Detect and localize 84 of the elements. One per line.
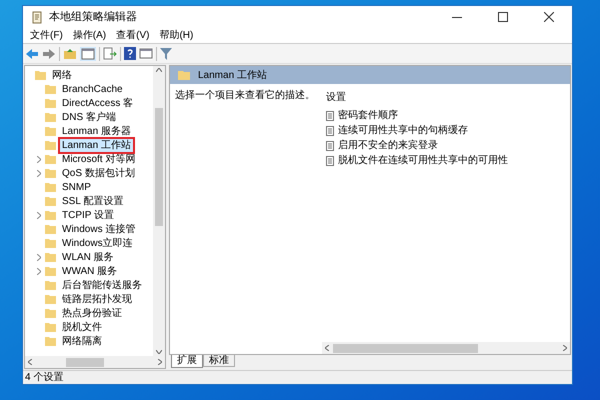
policy-icon bbox=[326, 156, 334, 166]
setting-item[interactable]: 连续可用性共享中的句柄缓存 bbox=[338, 123, 468, 138]
tree-item[interactable]: 网络隔离 bbox=[60, 334, 104, 348]
scroll-right-icon[interactable] bbox=[563, 345, 567, 351]
tree-item[interactable]: TCPIP 设置 bbox=[60, 208, 116, 222]
folder-icon bbox=[45, 266, 56, 276]
tab[interactable]: 扩展 bbox=[171, 355, 203, 368]
folder-icon bbox=[35, 70, 46, 80]
scroll-right-icon[interactable] bbox=[158, 359, 162, 365]
scroll-down-icon[interactable] bbox=[156, 350, 162, 354]
menu-item[interactable]: 帮助(H) bbox=[154, 28, 198, 43]
column-header: 设置 bbox=[326, 90, 347, 105]
help-book-icon[interactable] bbox=[124, 47, 136, 60]
tree-item[interactable]: SSL 配置设置 bbox=[60, 194, 126, 208]
policy-icon bbox=[326, 140, 334, 150]
folder-icon bbox=[45, 196, 56, 206]
folder-icon bbox=[45, 182, 56, 192]
tree-item[interactable]: 后台智能传送服务 bbox=[60, 278, 144, 292]
setting-item[interactable]: 启用不安全的来宾登录 bbox=[338, 138, 438, 153]
folder-icon bbox=[45, 140, 56, 150]
folder-icon bbox=[45, 98, 56, 108]
folder-icon bbox=[45, 238, 56, 248]
status-text: 4 个设置 bbox=[24, 370, 64, 385]
description-text: 选择一个项目来查看它的描述。 bbox=[175, 90, 315, 101]
close-icon bbox=[544, 12, 554, 22]
policy-icon bbox=[326, 110, 334, 120]
tree-item[interactable]: 链路层拓扑发现 bbox=[60, 292, 134, 306]
folder-icon bbox=[45, 84, 56, 94]
tree-item[interactable]: DirectAccess 客 bbox=[60, 96, 136, 110]
tree-item[interactable]: Lanman 服务器 bbox=[60, 124, 133, 138]
tree-item[interactable]: WWAN 服务 bbox=[60, 264, 120, 278]
folder-icon bbox=[45, 224, 56, 234]
scroll-up-icon[interactable] bbox=[156, 68, 162, 72]
tree-item[interactable]: Windows立即连 bbox=[60, 236, 135, 250]
window-title: 本地组策略编辑器 bbox=[49, 10, 137, 25]
vertical-scrollbar[interactable] bbox=[153, 66, 165, 356]
tree-item[interactable]: 热点身份验证 bbox=[60, 306, 124, 320]
back-arrow-icon[interactable] bbox=[25, 48, 39, 60]
folder-icon bbox=[45, 322, 56, 332]
scrollbar-thumb[interactable] bbox=[155, 108, 163, 226]
menu-item[interactable]: 操作(A) bbox=[68, 28, 112, 43]
tree-item[interactable]: DNS 客户端 bbox=[60, 110, 118, 124]
tree-item[interactable]: QoS 数据包计划 bbox=[60, 166, 137, 180]
folder-icon bbox=[45, 252, 56, 262]
scrollbar-thumb[interactable] bbox=[66, 358, 104, 366]
scroll-left-icon[interactable] bbox=[325, 345, 329, 351]
scrollbar-thumb[interactable] bbox=[333, 344, 478, 352]
folder-icon bbox=[178, 70, 190, 80]
panel-icon[interactable] bbox=[80, 46, 96, 60]
folder-icon bbox=[45, 280, 56, 290]
tree-item[interactable]: Lanman 工作站 bbox=[60, 138, 133, 152]
policy-icon bbox=[326, 126, 334, 136]
maximize-icon bbox=[498, 12, 508, 22]
forward-arrow-icon[interactable] bbox=[42, 48, 56, 60]
folder-icon bbox=[45, 126, 56, 136]
scroll-left-icon[interactable] bbox=[28, 359, 32, 365]
setting-item[interactable]: 脱机文件在连续可用性共享中的可用性 bbox=[338, 153, 508, 168]
export-list-icon[interactable] bbox=[103, 47, 117, 60]
folder-icon bbox=[45, 112, 56, 122]
horizontal-scrollbar[interactable] bbox=[25, 356, 165, 368]
tab[interactable]: 标准 bbox=[203, 355, 235, 367]
scroll-icon bbox=[31, 10, 43, 24]
folder-up-icon[interactable] bbox=[63, 48, 77, 60]
folder-icon bbox=[45, 308, 56, 318]
folder-icon bbox=[45, 210, 56, 220]
tree-item[interactable]: SNMP bbox=[60, 180, 93, 194]
folder-icon bbox=[45, 154, 56, 164]
tree-item[interactable]: Windows 连接管 bbox=[60, 222, 138, 236]
setting-item[interactable]: 密码套件顺序 bbox=[338, 108, 398, 123]
filter-icon[interactable] bbox=[160, 48, 172, 60]
folder-icon bbox=[45, 294, 56, 304]
folder-icon bbox=[45, 168, 56, 178]
panel-icon[interactable] bbox=[139, 47, 153, 60]
header-title: Lanman 工作站 bbox=[198, 68, 267, 82]
tree-item[interactable]: Microsoft 对等网 bbox=[60, 152, 138, 166]
tree-item[interactable]: BranchCache bbox=[60, 82, 125, 96]
tree-item[interactable]: 网络 bbox=[50, 68, 74, 82]
menu-item[interactable]: 查看(V) bbox=[111, 28, 154, 43]
minimize-icon bbox=[452, 16, 462, 18]
horizontal-scrollbar[interactable] bbox=[322, 342, 570, 354]
folder-icon bbox=[45, 336, 56, 346]
menu-item[interactable]: 文件(F) bbox=[25, 28, 68, 43]
tree-item[interactable]: 脱机文件 bbox=[60, 320, 104, 334]
tree-item[interactable]: WLAN 服务 bbox=[60, 250, 116, 264]
